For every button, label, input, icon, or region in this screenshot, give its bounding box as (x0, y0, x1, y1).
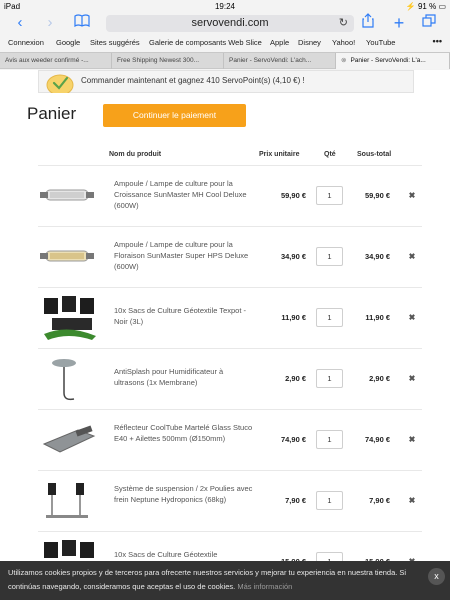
status-time: 19:24 (214, 2, 236, 11)
quantity-input[interactable]: 1 (316, 491, 343, 510)
points-text: Commander maintenant et gagnez 410 Servo… (81, 76, 305, 85)
subtotal: 59,90 € (364, 191, 390, 200)
back-icon[interactable]: ‹ (10, 13, 30, 33)
bookmark-item[interactable]: Apple (270, 38, 289, 47)
unit-price: 59,90 € (280, 191, 306, 200)
product-name[interactable]: Réflecteur CoolTube Martelé Glass Stuco … (114, 422, 254, 444)
browser-tab[interactable]: Free Shipping Newest 300... (112, 53, 224, 69)
page-title: Panier (27, 104, 77, 123)
cart-row: Système de suspension / 2x Poulies avec … (38, 470, 422, 531)
browser-tab-active[interactable]: ⊗ Panier - ServoVendi: L'a... (336, 53, 450, 69)
bookmark-item[interactable]: YouTube (366, 38, 395, 47)
cart-row: Ampoule / Lampe de culture pour la Crois… (38, 165, 422, 226)
reload-icon[interactable]: ↻ (339, 15, 348, 32)
subtotal: 11,90 € (365, 313, 390, 322)
subtotal: 74,90 € (364, 435, 390, 444)
quantity-input[interactable]: 1 (316, 186, 343, 205)
points-banner: Commander maintenant et gagnez 410 Servo… (38, 70, 414, 96)
address-bar[interactable]: servovendi.com ↻ (106, 15, 354, 32)
bookmarks-bar: Connexion Google Sites suggérés Galerie … (0, 36, 450, 50)
cookie-more-link[interactable]: Más información (237, 582, 292, 591)
unit-price: 7,90 € (285, 496, 306, 505)
close-cookie-button[interactable]: x (428, 568, 445, 585)
cart-row: 10x Sacs de Culture Géotextile Texpot - … (38, 287, 422, 348)
remove-item-icon[interactable]: ✖ (407, 313, 417, 322)
header-subtotal: Sous-total (357, 151, 392, 158)
product-name[interactable]: AntiSplash pour Humidificateur à ultraso… (114, 366, 254, 388)
unit-price: 34,90 € (280, 252, 306, 261)
checkmark-badge-icon (45, 71, 75, 96)
subtotal: 34,90 € (364, 252, 390, 261)
status-bar: iPad 19:24 ⚡ 91 % ▭ (0, 0, 450, 13)
unit-price: 74,90 € (280, 435, 306, 444)
subtotal: 7,90 € (369, 496, 390, 505)
remove-item-icon[interactable]: ✖ (407, 496, 417, 505)
continue-payment-button[interactable]: Continuer le paiement (103, 104, 246, 127)
tab-bar: Avis aux weeder confirmé -... Free Shipp… (0, 52, 450, 69)
product-name[interactable]: Système de suspension / 2x Poulies avec … (114, 483, 254, 505)
cart-row: Ampoule / Lampe de culture pour la Flora… (38, 226, 422, 287)
browser-chrome: iPad 19:24 ⚡ 91 % ▭ ‹ › servovendi.com ↻… (0, 0, 450, 70)
remove-item-icon[interactable]: ✖ (407, 191, 417, 200)
quantity-input[interactable]: 1 (316, 308, 343, 327)
more-icon[interactable]: ••• (433, 36, 442, 46)
address-url: servovendi.com (191, 17, 269, 29)
share-icon[interactable] (358, 13, 378, 33)
subtotal: 2,90 € (369, 374, 390, 383)
bookmark-item[interactable]: Google (56, 38, 80, 47)
product-name[interactable]: 10x Sacs de Culture Géotextile Texpot - … (114, 305, 254, 327)
browser-tab[interactable]: Panier - ServoVendi: L'ach... (224, 53, 336, 69)
cookie-banner: Utilizamos cookies propios y de terceros… (0, 561, 450, 600)
unit-price: 2,90 € (285, 374, 306, 383)
header-product: Nom du produit (109, 151, 162, 158)
unit-price: 11,90 € (281, 313, 306, 322)
quantity-input[interactable]: 1 (316, 369, 343, 388)
bookmark-item[interactable]: Yahoo! (332, 38, 355, 47)
product-image (38, 410, 102, 470)
bookmark-item[interactable]: Disney (298, 38, 321, 47)
product-image (38, 349, 102, 409)
product-name[interactable]: Ampoule / Lampe de culture pour la Crois… (114, 178, 254, 211)
remove-item-icon[interactable]: ✖ (407, 252, 417, 261)
product-name[interactable]: Ampoule / Lampe de culture pour la Flora… (114, 239, 254, 272)
product-image (38, 288, 102, 348)
bookmark-item[interactable]: Sites suggérés (90, 38, 140, 47)
remove-item-icon[interactable]: ✖ (407, 374, 417, 383)
bookmarks-icon[interactable] (72, 13, 92, 33)
browser-toolbar: ‹ › servovendi.com ↻ + (0, 13, 450, 33)
battery-level: ⚡ 91 % ▭ (405, 2, 446, 11)
product-name[interactable]: 10x Sacs de Culture Géotextile (114, 549, 254, 560)
close-tab-icon[interactable]: ⊗ (341, 57, 346, 64)
cookie-text: Utilizamos cookies propios y de terceros… (8, 568, 407, 591)
header-qty: Qté (324, 151, 336, 158)
product-image (38, 166, 102, 226)
bookmark-item[interactable]: Galerie de composants Web Slice (149, 38, 262, 47)
cart-row: AntiSplash pour Humidificateur à ultraso… (38, 348, 422, 409)
tabs-overview-icon[interactable] (419, 13, 439, 33)
product-image (38, 471, 102, 531)
new-tab-icon[interactable]: + (389, 13, 409, 33)
browser-tab[interactable]: Avis aux weeder confirmé -... (0, 53, 112, 69)
quantity-input[interactable]: 1 (316, 430, 343, 449)
product-image (38, 227, 102, 287)
quantity-input[interactable]: 1 (316, 247, 343, 266)
cart-row: Réflecteur CoolTube Martelé Glass Stuco … (38, 409, 422, 470)
remove-item-icon[interactable]: ✖ (407, 435, 417, 444)
header-unit-price: Prix unitaire (259, 151, 300, 158)
bookmark-item[interactable]: Connexion (8, 38, 44, 47)
forward-icon[interactable]: › (40, 13, 60, 33)
